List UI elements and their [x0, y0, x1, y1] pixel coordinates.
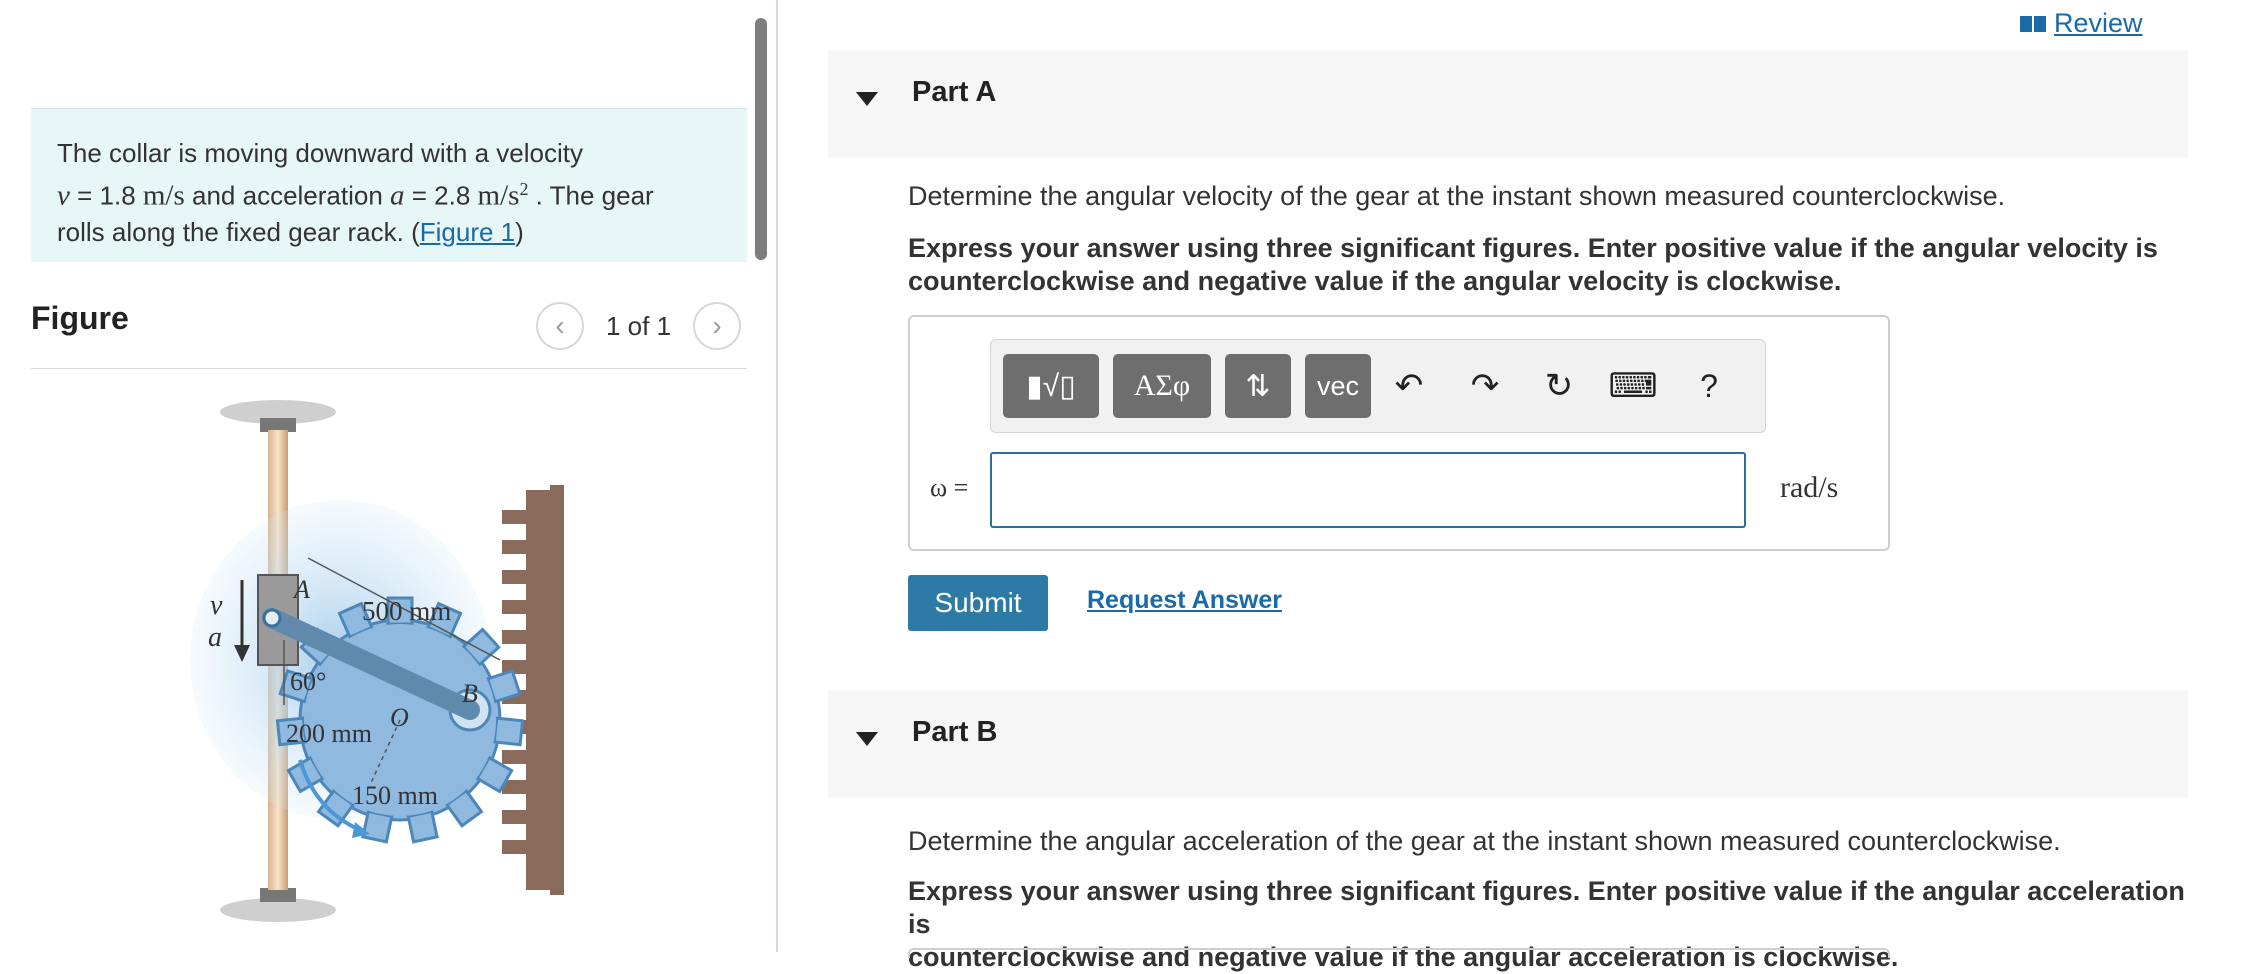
part-a-instruction: Express your answer using three signific… [908, 232, 2208, 298]
left-pane-scrollbar[interactable] [755, 18, 767, 260]
gear-text: . The gear [528, 180, 654, 211]
pane-divider[interactable] [776, 0, 778, 952]
figure-label-150: 150 mm [352, 781, 438, 810]
part-b-answer-box [908, 948, 1890, 958]
reset-button[interactable]: ↻ [1533, 354, 1585, 418]
part-a-title: Part A [912, 76, 997, 108]
figure-label-a: a [208, 622, 222, 653]
and-acceleration-text: and acceleration [184, 180, 391, 211]
undo-icon: ↶ [1394, 367, 1424, 405]
figure-label-200: 200 mm [286, 719, 372, 748]
velocity-symbol: v [57, 179, 70, 212]
answer-label: ω = [930, 473, 969, 502]
request-answer-link[interactable]: Request Answer [1087, 586, 1282, 615]
acceleration-value: = 2.8 [404, 180, 478, 211]
redo-button[interactable]: ↷ [1459, 354, 1511, 418]
problem-line-2: v = 1.8 m/s and acceleration a = 2.8 m/s… [57, 171, 721, 214]
caret-down-icon [856, 92, 878, 106]
rack-text: rolls along the fixed gear rack. ( [57, 216, 420, 247]
review-label: Review [2054, 8, 2143, 38]
acceleration-unit: m/s [477, 179, 520, 212]
help-icon: ? [1700, 367, 1718, 404]
undo-button[interactable]: ↶ [1383, 354, 1435, 418]
problem-statement: The collar is moving downward with a vel… [31, 108, 747, 262]
keyboard-icon: ⌨ [1608, 367, 1658, 405]
greek-icon: ΑΣφ [1133, 369, 1191, 402]
figure-label-B: B [462, 679, 478, 708]
next-figure-button[interactable]: › [693, 302, 742, 350]
part-b-instruction: Express your answer using three signific… [908, 875, 2208, 974]
problem-line-3: rolls along the fixed gear rack. (Figure… [57, 214, 721, 250]
chevron-left-icon: ‹ [555, 310, 565, 341]
part-a-instruction-line-2: counterclockwise and negative value if t… [908, 266, 1842, 296]
submit-button[interactable]: Submit [908, 575, 1048, 631]
figure-label-A: A [292, 575, 310, 604]
part-b-question: Determine the angular acceleration of th… [908, 826, 2061, 856]
part-a-instruction-line-1: Express your answer using three signific… [908, 233, 2158, 263]
arrows-updown-icon: ⇅ [1245, 369, 1271, 403]
help-button[interactable]: ? [1683, 354, 1735, 418]
left-pane: The collar is moving downward with a vel… [0, 0, 778, 952]
chevron-right-icon: › [712, 310, 722, 341]
figure-link[interactable]: Figure 1 [420, 217, 515, 247]
part-a-question: Determine the angular velocity of the ge… [908, 181, 2006, 211]
book-icon [2020, 15, 2046, 32]
templates-button[interactable]: ▮√▯ [1003, 354, 1099, 418]
velocity-unit: m/s [142, 179, 185, 212]
gear-rack-figure: v a A 500 mm 60° B O 200 mm 150 mm [190, 400, 564, 922]
part-b-title: Part B [912, 716, 998, 748]
answer-unit: rad/s [1780, 471, 1839, 504]
keyboard-button[interactable]: ⌨ [1607, 354, 1659, 418]
part-b-instruction-line-1: Express your answer using three signific… [908, 876, 2185, 939]
part-b-header[interactable]: Part B [828, 690, 2188, 798]
figure-divider [31, 368, 747, 369]
part-a-answer-box: ▮√▯ ΑΣφ ⇅ vec ↶ ↷ ↻ ⌨ ? ω = rad/s [908, 315, 1890, 551]
math-toolbar: ▮√▯ ΑΣφ ⇅ vec ↶ ↷ ↻ ⌨ ? [990, 339, 1766, 433]
caret-down-icon [856, 732, 878, 746]
prev-figure-button[interactable]: ‹ [536, 302, 584, 350]
review-link[interactable]: Review [2020, 8, 2143, 39]
acceleration-symbol: a [390, 179, 405, 212]
figure-label-500: 500 mm [362, 596, 451, 626]
figure-label-v: v [210, 590, 223, 621]
figure-label-angle: 60° [290, 667, 326, 696]
vector-button[interactable]: vec [1305, 354, 1371, 418]
figure-page-count: 1 of 1 [606, 310, 672, 341]
vec-label: vec [1316, 370, 1360, 401]
redo-icon: ↷ [1470, 367, 1500, 405]
close-paren: ) [515, 216, 524, 247]
figure-title: Figure [31, 300, 129, 336]
problem-line-1: The collar is moving downward with a vel… [57, 138, 583, 168]
templates-icon: ▮√▯ [1026, 369, 1076, 403]
greek-symbols-button[interactable]: ΑΣφ [1113, 354, 1211, 418]
figure-label-O: O [390, 703, 409, 732]
answer-input[interactable] [990, 452, 1746, 528]
gear-rack [550, 485, 564, 895]
velocity-value: = 1.8 [69, 180, 143, 211]
part-a-header[interactable]: Part A [828, 50, 2188, 158]
reset-icon: ↻ [1544, 367, 1574, 405]
subscript-superscript-button[interactable]: ⇅ [1225, 354, 1291, 418]
figure-pager: ‹ 1 of 1 › [536, 302, 742, 350]
